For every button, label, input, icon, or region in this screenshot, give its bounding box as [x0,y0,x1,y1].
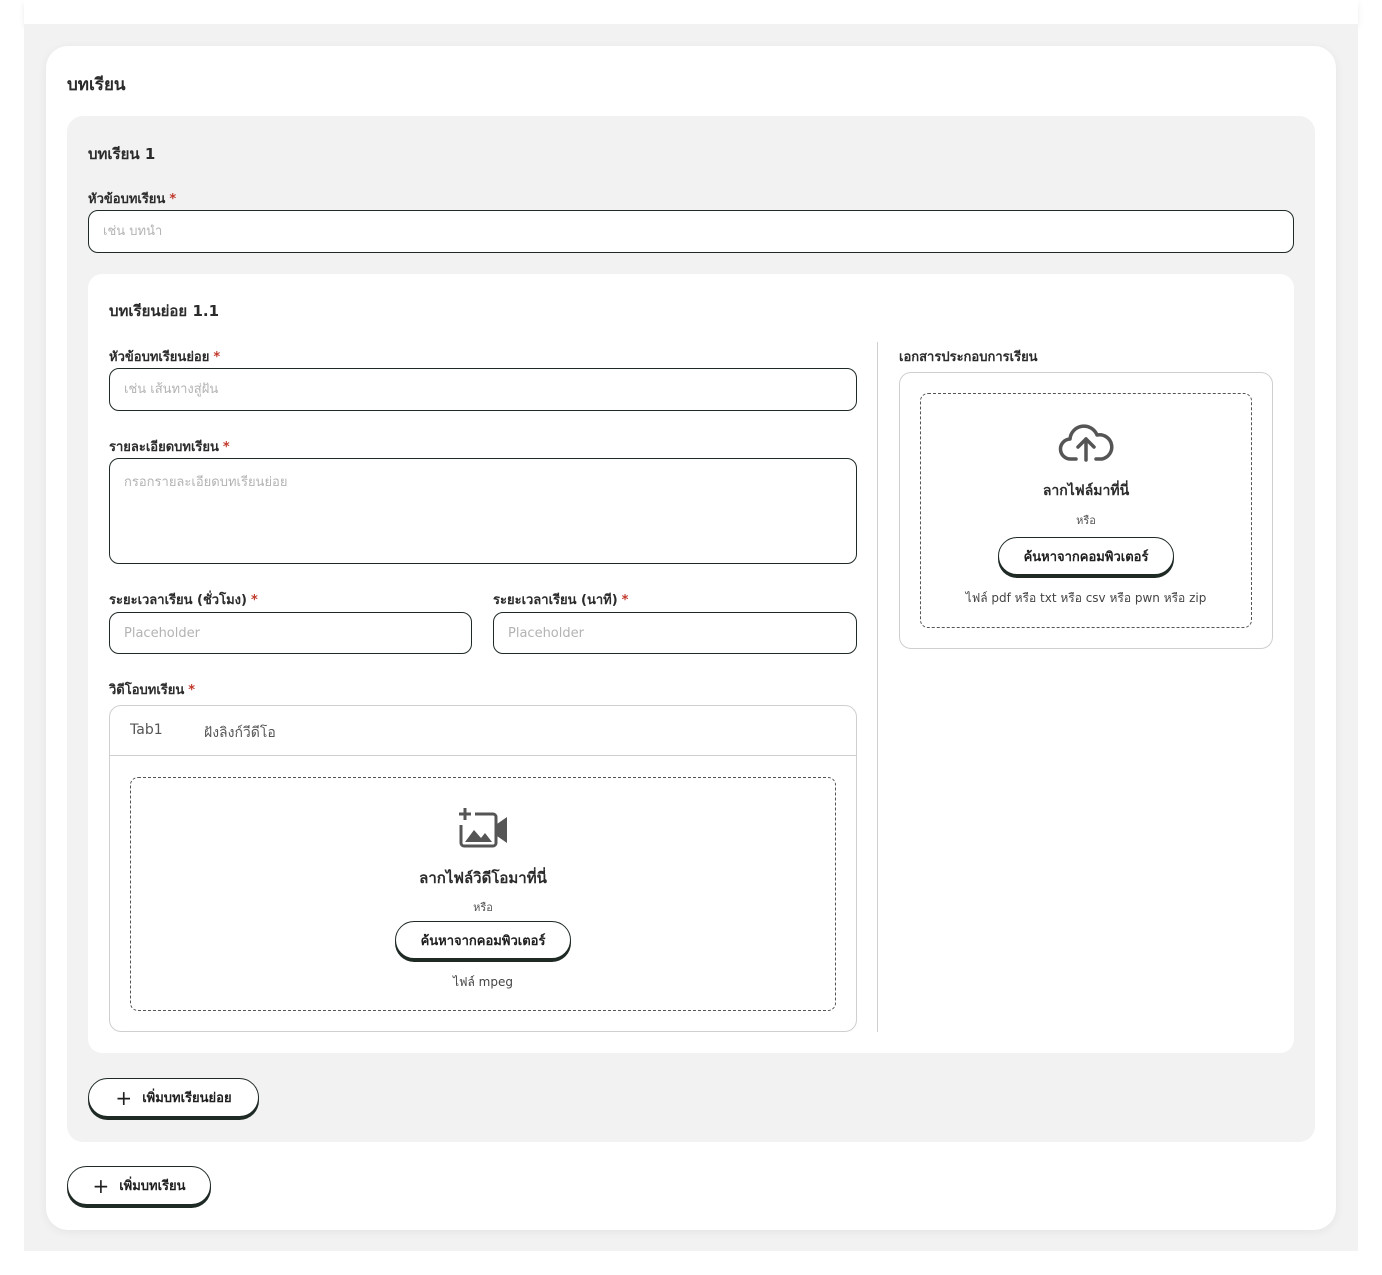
required-mark: * [169,192,177,207]
docs-drop-title: ลากไฟล์มาที่นี่ [1042,483,1130,499]
required-mark: * [213,350,221,365]
video-drop-title: ลากไฟล์วิดีโอมาที่นี่ [419,869,547,887]
video-drop-or: หรือ [473,901,493,914]
duration-minutes-label: ระยะเวลาเรียน (นาที) * [493,593,629,608]
video-file-hint: ไฟล์ mpeg [452,975,513,989]
required-mark: * [621,593,629,608]
lesson-title: บทเรียน 1 [88,145,156,163]
sublesson-detail-label: รายละเอียดบทเรียน * [109,440,230,455]
required-mark: * [250,593,258,608]
required-mark: * [222,440,230,455]
video-label: วิดีโอบทเรียน * [109,683,196,698]
column-divider [877,342,878,1032]
sublesson-topic-label: หัวข้อบทเรียนย่อย * [109,350,221,365]
add-lesson-button[interactable]: + เพิ่มบทเรียน [67,1166,211,1205]
lesson-topic-label: หัวข้อบทเรียน * [88,192,177,207]
sublesson-topic-input[interactable] [109,368,857,411]
sublesson-detail-textarea[interactable] [109,458,857,564]
docs-browse-button[interactable]: ค้นหาจากคอมพิวเตอร์ [998,537,1174,575]
sublesson-title: บทเรียนย่อย 1.1 [109,302,220,320]
duration-hours-input[interactable] [109,612,472,654]
add-video-icon [457,805,509,851]
tab-upload[interactable]: Tab1 [130,722,163,738]
duration-minutes-input[interactable] [493,612,857,654]
docs-file-hint: ไฟล์ pdf หรือ txt หรือ csv หรือ pwn หรือ… [965,591,1207,605]
lesson-topic-input[interactable] [88,210,1294,253]
required-mark: * [188,683,196,698]
tab-embed-video-link[interactable]: ฝังลิงก์วีดีโอ [204,722,276,744]
cloud-upload-icon [1058,420,1114,464]
plus-icon: + [115,1085,133,1110]
docs-label: เอกสารประกอบการเรียน [899,350,1038,365]
section-title: บทเรียน [67,75,126,95]
docs-drop-or: หรือ [1076,514,1096,527]
top-shadow-band [24,0,1358,24]
video-browse-button[interactable]: ค้นหาจากคอมพิวเตอร์ [395,921,571,959]
duration-hours-label: ระยะเวลาเรียน (ชั่วโมง) * [109,593,258,608]
plus-icon: + [92,1173,110,1198]
add-sublesson-button[interactable]: + เพิ่มบทเรียนย่อย [88,1078,259,1117]
